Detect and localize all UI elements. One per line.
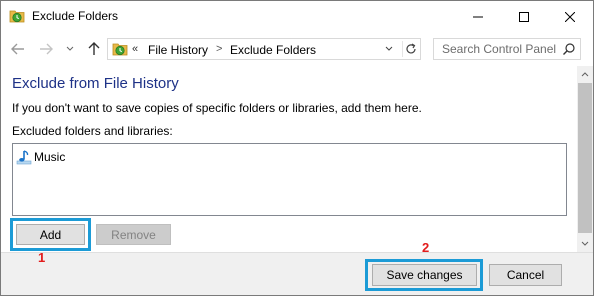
minimize-icon [473,16,483,17]
window-title: Exclude Folders [32,9,119,23]
up-arrow-icon [88,42,100,55]
close-button[interactable] [547,1,593,32]
content-pane: Exclude from File History If you don't w… [1,66,577,252]
close-icon [565,11,575,22]
chevron-down-icon [385,46,393,51]
title-bar: Exclude Folders [1,1,593,32]
exclude-folders-window: Exclude Folders « File History > Exclude… [0,0,594,296]
forward-button[interactable] [37,41,55,57]
chevron-up-icon [581,72,589,77]
breadcrumb-separator[interactable]: > [216,43,222,55]
minimize-button[interactable] [455,1,501,32]
search-icon[interactable] [562,42,576,56]
chevron-down-icon [581,241,589,246]
back-button[interactable] [9,41,27,57]
step-marker-1: 1 [38,250,46,265]
address-history-button[interactable] [382,42,396,56]
remove-button[interactable]: Remove [96,224,171,245]
chevron-down-icon [66,46,74,51]
refresh-button[interactable] [402,41,418,57]
back-arrow-icon [11,43,24,55]
scroll-thumb[interactable] [578,83,592,233]
save-changes-button[interactable]: Save changes [372,264,477,286]
excluded-list-label: Excluded folders and libraries: [12,124,173,138]
list-item-music[interactable]: Music [16,148,65,166]
maximize-button[interactable] [501,1,547,32]
file-history-icon [112,42,128,56]
up-button[interactable] [85,41,103,57]
address-bar[interactable]: « File History > Exclude Folders [107,38,421,60]
address-overflow-chevron[interactable]: « [132,43,138,55]
page-title: Exclude from File History [12,75,179,92]
music-library-icon [16,149,32,165]
search-box[interactable] [433,38,581,60]
recent-locations-button[interactable] [61,41,79,57]
maximize-icon [519,11,529,22]
breadcrumb-file-history[interactable]: File History [148,43,208,57]
page-description: If you don't want to save copies of spec… [12,101,422,115]
file-history-icon [9,9,25,23]
search-input[interactable] [434,39,560,59]
scroll-down-button[interactable] [577,235,593,252]
list-item-label: Music [34,150,66,164]
dialog-footer: Save changes Cancel [1,252,593,295]
cancel-button[interactable]: Cancel [489,264,562,286]
add-button[interactable]: Add [16,224,85,245]
scroll-up-button[interactable] [577,66,593,83]
vertical-scrollbar[interactable] [577,66,593,252]
navigation-bar: « File History > Exclude Folders [1,32,593,66]
excluded-folders-list[interactable]: Music [12,143,567,216]
refresh-icon [405,43,416,54]
breadcrumb-exclude-folders[interactable]: Exclude Folders [230,43,316,57]
step-marker-2: 2 [422,240,430,255]
forward-arrow-icon [40,43,53,55]
